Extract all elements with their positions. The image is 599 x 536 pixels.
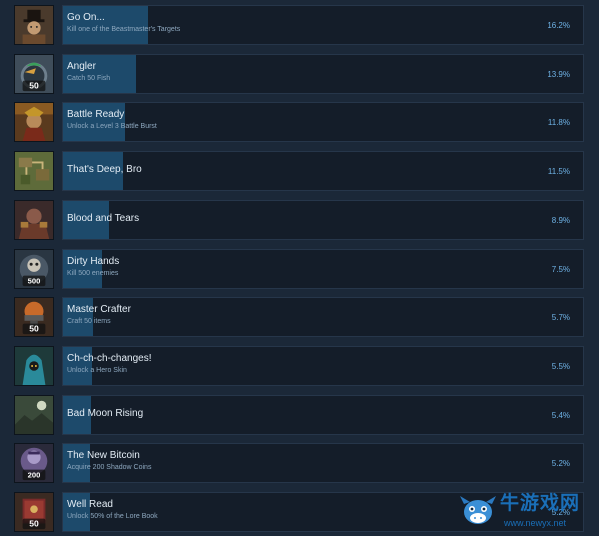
achievement-title: Ch-ch-ch-changes! (67, 352, 152, 364)
achievement-progress-panel: Go On... Kill one of the Beastmaster's Ta… (62, 5, 584, 45)
achievement-row[interactable]: That's Deep, Bro 11.5% (14, 151, 585, 193)
achievement-progress-panel: The New Bitcoin Acquire 200 Shadow Coins 5… (62, 443, 584, 484)
achievement-title: Bad Moon Rising (67, 407, 144, 419)
unlock-percentage: 5.5% (551, 361, 570, 371)
svg-text:500: 500 (28, 276, 41, 285)
unlock-percentage: 5.2% (551, 459, 570, 469)
watermark-url: www.newyx.net (504, 518, 567, 528)
achievement-row[interactable]: Ch-ch-ch-changes! Unlock a Hero Skin 5.5% (14, 345, 585, 388)
warrior-portrait-icon (14, 102, 54, 143)
achievement-progress-panel: Bad Moon Rising 5.4% (62, 394, 584, 435)
top-hat-gentleman-icon (14, 5, 54, 45)
watermark-brand: 牛游戏网 (500, 493, 581, 514)
achievement-title: Well Read (67, 499, 113, 510)
fish-50-badge-icon: 50 (14, 53, 54, 94)
site-watermark: 牛游戏网 www.newyx.net (458, 488, 598, 534)
achievement-row[interactable]: Bad Moon Rising 5.4% (14, 394, 585, 437)
achievement-description: Kill 500 enemies (67, 269, 119, 277)
achievement-row[interactable]: Battle Ready Unlock a Level 3 Battle Burs… (14, 102, 585, 144)
armored-brute-icon (14, 199, 54, 240)
unlock-percentage: 16.2% (547, 21, 570, 30)
svg-text:50: 50 (29, 519, 39, 529)
achievement-title: That's Deep, Bro (67, 164, 142, 176)
svg-text:200: 200 (28, 471, 41, 480)
achievement-progress-panel: Ch-ch-ch-changes! Unlock a Hero Skin 5.5% (62, 345, 584, 386)
achievement-progress-panel: Angler Catch 50 Fish 13.9% (62, 53, 584, 94)
unlock-percentage: 7.5% (551, 264, 570, 274)
achievement-progress-panel: Battle Ready Unlock a Level 3 Battle Burs… (62, 102, 584, 143)
achievement-progress-panel: Master Crafter Craft 50 items 5.7% (62, 297, 584, 338)
achievement-title: Go On... (67, 12, 105, 23)
unlock-percentage: 5.4% (551, 410, 570, 420)
unlock-percentage: 11.5% (547, 167, 570, 177)
achievement-description: Catch 50 Fish (67, 74, 111, 82)
moonlit-landscape-icon (14, 394, 54, 435)
achievement-title: The New Bitcoin (67, 450, 140, 462)
lore-book-50-badge-icon: 50 (14, 492, 54, 532)
achievement-title: Angler (67, 60, 96, 72)
achievement-description: Acquire 200 Shadow Coins (67, 464, 152, 472)
achievement-description: Unlock a Level 3 Battle Burst (67, 123, 157, 131)
coins-200-badge-icon: 200 (14, 443, 54, 484)
dungeon-map-icon (14, 151, 54, 192)
achievement-row[interactable]: Go On... Kill one of the Beastmaster's Ta… (14, 5, 585, 47)
achievement-title: Master Crafter (67, 304, 131, 316)
svg-text:50: 50 (29, 324, 39, 334)
anvil-50-badge-icon: 50 (14, 297, 54, 338)
achievement-title: Dirty Hands (67, 255, 120, 267)
achievement-description: Unlock a Hero Skin (67, 366, 127, 374)
unlock-percentage: 8.9% (551, 215, 570, 225)
achievement-row[interactable]: 50 Angler Catch 50 Fish 13.9% (14, 53, 585, 96)
achievement-progress-panel: That's Deep, Bro 11.5% (62, 151, 584, 192)
unlock-percentage: 13.9% (547, 69, 570, 79)
achievement-progress-panel: Dirty Hands Kill 500 enemies 7.5% (62, 248, 584, 289)
achievement-description: Craft 50 items (67, 318, 111, 326)
achievement-title: Battle Ready (67, 109, 125, 121)
hooded-hero-icon (14, 345, 54, 386)
skull-500-badge-icon: 500 (14, 248, 54, 289)
svg-text:50: 50 (29, 80, 39, 90)
achievement-row[interactable]: 200 The New Bitcoin Acquire 200 Shadow Coi… (14, 443, 585, 485)
achievement-description: Unlock 50% of the Lore Book (67, 513, 158, 520)
achievement-title: Blood and Tears (67, 212, 140, 224)
achievement-row[interactable]: Blood and Tears 8.9% (14, 199, 585, 242)
unlock-percentage: 11.8% (547, 118, 570, 128)
unlock-percentage: 5.7% (551, 313, 570, 323)
achievement-row[interactable]: 500 Dirty Hands Kill 500 enemies 7.5% (14, 248, 585, 291)
achievement-description: Kill one of the Beastmaster's Targets (67, 26, 181, 33)
achievement-row[interactable]: 50 Master Crafter Craft 50 items 5.7% (14, 297, 585, 339)
achievement-progress-panel: Blood and Tears 8.9% (62, 199, 584, 240)
cow-mascot-icon (460, 496, 496, 524)
